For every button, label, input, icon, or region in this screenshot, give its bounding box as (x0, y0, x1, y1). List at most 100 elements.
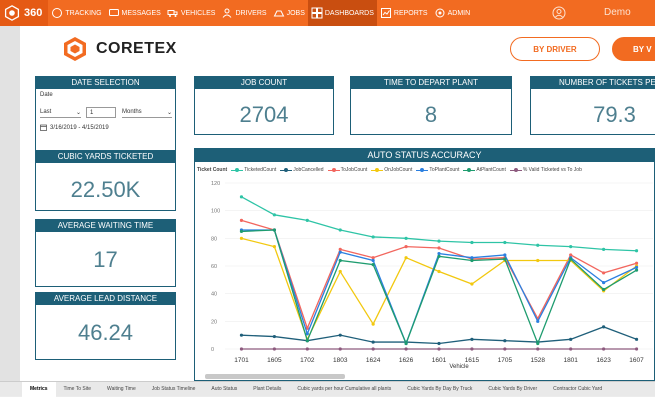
avg-lead-card: AVERAGE LEAD DISTANCE 46.24 (35, 292, 176, 360)
brand: CORETEX (62, 36, 177, 62)
card-title: JOB COUNT (195, 77, 333, 89)
tab-metrics[interactable]: Metrics (22, 382, 56, 397)
user-icon[interactable] (552, 6, 566, 20)
data-point (437, 347, 441, 351)
data-point (305, 218, 309, 222)
data-point (536, 319, 540, 323)
data-point (437, 341, 441, 346)
cubic-yards-value: 22.50K (70, 177, 141, 202)
nav-label: DASHBOARDS (324, 9, 374, 17)
tab-job-status-timeline[interactable]: Job Status Timeline (144, 382, 204, 397)
tab-scroll-left-icon[interactable] (0, 382, 22, 396)
legend-label: JobCancelled (293, 167, 324, 173)
tab-cubic-yards-by-day-by-truck[interactable]: Cubic Yards By Day By Truck (399, 382, 480, 397)
tickets-per-value: 79.3 (593, 102, 636, 127)
data-point (338, 269, 342, 274)
y-tick-label: 20 (211, 319, 217, 325)
chat-icon (108, 9, 119, 16)
legend-swatch (416, 168, 429, 172)
jobs-icon (273, 10, 284, 17)
by-driver-button[interactable]: BY DRIVER (510, 37, 600, 61)
nav-item-jobs[interactable]: JOBS (270, 0, 308, 26)
y-tick-label: 60 (211, 264, 217, 270)
period-select[interactable]: Last ⌄ (40, 107, 81, 118)
data-point (371, 322, 375, 326)
legend-item[interactable]: ToJobCount (327, 167, 367, 173)
x-tick-label: 1624 (366, 357, 381, 364)
data-point (338, 347, 342, 351)
legend-item[interactable]: JobCancelled (280, 167, 324, 173)
data-point (437, 251, 441, 256)
tab-contractor-cubic-yard[interactable]: Contractor Cubic Yard (545, 382, 610, 397)
data-point (634, 265, 639, 269)
brand-name: CORETEX (96, 40, 177, 57)
data-point (536, 243, 540, 247)
data-point (569, 245, 573, 249)
nav-item-admin[interactable]: ADMIN (431, 0, 474, 26)
data-point (602, 281, 606, 285)
legend-swatch (463, 168, 476, 172)
data-point (470, 282, 474, 286)
legend-item[interactable]: AtPlantCount (463, 167, 506, 173)
legend-label: AtPlantCount (476, 167, 506, 173)
count-input[interactable]: 1 (86, 107, 116, 118)
nav-item-tracking[interactable]: TRACKING (48, 0, 104, 26)
data-point (404, 256, 408, 260)
top-nav-bar: 360 TRACKING MESSAGES VEHICLES DRIVERS J… (0, 0, 655, 26)
horizontal-scrollbar (205, 374, 345, 379)
nav-item-drivers[interactable]: DRIVERS (218, 0, 269, 26)
unit-value: Months (122, 109, 142, 115)
tickets-per-card: NUMBER OF TICKETS PER 79.3 (530, 76, 655, 135)
line-chart: 0 20 40 60 80 100 120 1701 1605 1702 1803 1624 1626 1… (205, 181, 653, 379)
nav-item-dashboards[interactable]: DASHBOARDS (307, 0, 377, 26)
legend-title: Ticket Count (197, 167, 228, 173)
data-point (371, 263, 375, 267)
date-range[interactable]: 3/16/2019 - 4/15/2019 (40, 124, 109, 131)
data-point (437, 269, 441, 274)
nav-label: VEHICLES (180, 9, 216, 17)
data-point (272, 213, 276, 217)
legend-item[interactable]: OnJobCount (371, 167, 412, 173)
data-point (470, 240, 474, 245)
data-point (470, 337, 474, 341)
unit-select[interactable]: Months ⌄ (122, 107, 172, 118)
x-tick-label: 1607 (629, 357, 644, 364)
legend-item[interactable]: TicketedCount (231, 167, 276, 173)
page-tabs: Metrics Time To Site Waiting Time Job Statu… (0, 381, 655, 397)
nav-label: DRIVERS (235, 9, 267, 17)
nav-item-vehicles[interactable]: VEHICLES (164, 0, 219, 26)
app-logo[interactable]: 360 (0, 0, 49, 26)
data-point (437, 239, 441, 243)
truck-icon (167, 10, 178, 17)
data-point (272, 245, 276, 249)
nav-label: REPORTS (393, 9, 428, 17)
nav-item-messages[interactable]: MESSAGES (105, 0, 164, 26)
data-point (470, 256, 474, 260)
x-tick-label: 1605 (267, 357, 282, 364)
data-point (503, 257, 507, 261)
nav-item-reports[interactable]: REPORTS (377, 0, 431, 26)
tab-time-to-site[interactable]: Time To Site (56, 382, 100, 397)
hexagon-logo-icon (4, 5, 20, 21)
legend-item[interactable]: ToPlantCount (416, 167, 459, 173)
cubic-yards-card: CUBIC YARDS TICKETED 22.50K (35, 150, 176, 211)
user-name[interactable]: Demo (604, 7, 631, 18)
tab-cubic-yards-per-hour-cumulative-all-plants[interactable]: Cubic yards per hour Cumulative all plan… (289, 382, 399, 397)
tab-waiting-time[interactable]: Waiting Time (99, 382, 144, 397)
data-point (239, 347, 244, 351)
legend-item[interactable]: % Valid Ticketed vs To Job (509, 167, 582, 173)
data-point (437, 246, 441, 250)
x-tick-label: 1705 (498, 357, 513, 364)
circle-icon (52, 8, 63, 18)
data-point (503, 253, 507, 257)
data-point (569, 347, 573, 351)
data-point (634, 268, 639, 272)
legend-swatch (371, 168, 384, 172)
app-name: 360 (24, 7, 43, 19)
tab-auto-status[interactable]: Auto Status (203, 382, 245, 397)
job-count-card: JOB COUNT 2704 (194, 76, 334, 135)
tab-cubic-yards-by-driver[interactable]: Cubic Yards By Driver (480, 382, 545, 397)
by-vehicle-button[interactable]: BY V (612, 37, 655, 61)
legend-label: TicketedCount (244, 167, 277, 173)
tab-plant-details[interactable]: Plant Details (245, 382, 289, 397)
